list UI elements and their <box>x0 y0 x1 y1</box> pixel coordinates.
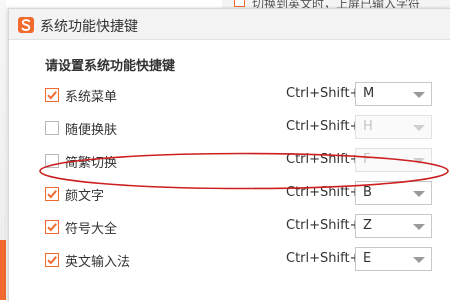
modifier-text: Ctrl+Shift+ <box>286 119 361 134</box>
sogou-s-logo-icon <box>18 17 34 33</box>
modifier-text: Ctrl+Shift+ <box>286 251 361 266</box>
background-window-edge <box>0 0 6 300</box>
chevron-down-icon <box>413 257 425 263</box>
chevron-down-icon <box>413 92 425 98</box>
shortcut-row-english-ime: 英文输入法 Ctrl+Shift+ E <box>9 247 450 273</box>
key-value: M <box>363 86 375 101</box>
checkmark-icon <box>47 190 57 199</box>
key-value: E <box>363 251 372 266</box>
title-bar: 系统功能快捷键 <box>9 9 450 40</box>
shortcut-row-simplified-traditional: 简繁切换 Ctrl+Shift+ F <box>9 148 450 174</box>
shortcut-label: 系统菜单 <box>65 90 118 105</box>
chevron-down-icon <box>413 158 425 164</box>
chevron-down-icon <box>413 191 425 197</box>
modifier-text: Ctrl+Shift+ <box>286 152 361 167</box>
checkmark-icon <box>47 91 57 100</box>
dialog-title: 系统功能快捷键 <box>40 19 138 35</box>
key-select-symbols[interactable]: Z <box>355 214 432 238</box>
checkmark-icon <box>47 223 57 232</box>
shortcut-row-system-menu: 系统菜单 Ctrl+Shift+ M <box>9 82 450 108</box>
shortcut-row-random-skin: 随便换肤 Ctrl+Shift+ H <box>9 115 450 141</box>
shortcut-label: 符号大全 <box>65 222 118 237</box>
key-value: Z <box>363 218 372 233</box>
checkbox-simplified-traditional[interactable] <box>45 154 59 168</box>
checkbox-kaomoji[interactable] <box>45 187 59 201</box>
shortcut-label: 英文输入法 <box>65 255 131 270</box>
modifier-text: Ctrl+Shift+ <box>286 218 361 233</box>
key-value: H <box>363 119 373 134</box>
chevron-down-icon <box>413 224 425 230</box>
key-select-english-ime[interactable]: E <box>355 247 432 271</box>
key-value: B <box>363 185 372 200</box>
key-select-kaomoji[interactable]: B <box>355 181 432 205</box>
system-shortcut-dialog: 系统功能快捷键 请设置系统功能快捷键 系统菜单 Ctrl+Shift+ M 随便… <box>8 8 450 301</box>
checkbox-symbols[interactable] <box>45 220 59 234</box>
checkmark-icon <box>47 256 57 265</box>
shortcut-label: 颜文字 <box>65 189 105 204</box>
checkbox-system-menu[interactable] <box>45 88 59 102</box>
section-label: 请设置系统功能快捷键 <box>45 59 176 74</box>
checkbox-random-skin[interactable] <box>45 121 59 135</box>
key-value: F <box>363 152 371 167</box>
shortcut-label: 简繁切换 <box>65 156 118 171</box>
shortcut-label: 随便换肤 <box>65 123 118 138</box>
checkbox-english-ime[interactable] <box>45 253 59 267</box>
key-select-system-menu[interactable]: M <box>355 82 432 106</box>
key-select-simplified-traditional[interactable]: F <box>355 148 432 172</box>
chevron-down-icon <box>413 125 425 131</box>
modifier-text: Ctrl+Shift+ <box>286 185 361 200</box>
key-select-random-skin[interactable]: H <box>355 115 432 139</box>
shortcut-row-kaomoji: 颜文字 Ctrl+Shift+ B <box>9 181 450 207</box>
shortcut-row-symbols: 符号大全 Ctrl+Shift+ Z <box>9 214 450 240</box>
background-checkbox <box>234 0 245 7</box>
modifier-text: Ctrl+Shift+ <box>286 86 361 101</box>
